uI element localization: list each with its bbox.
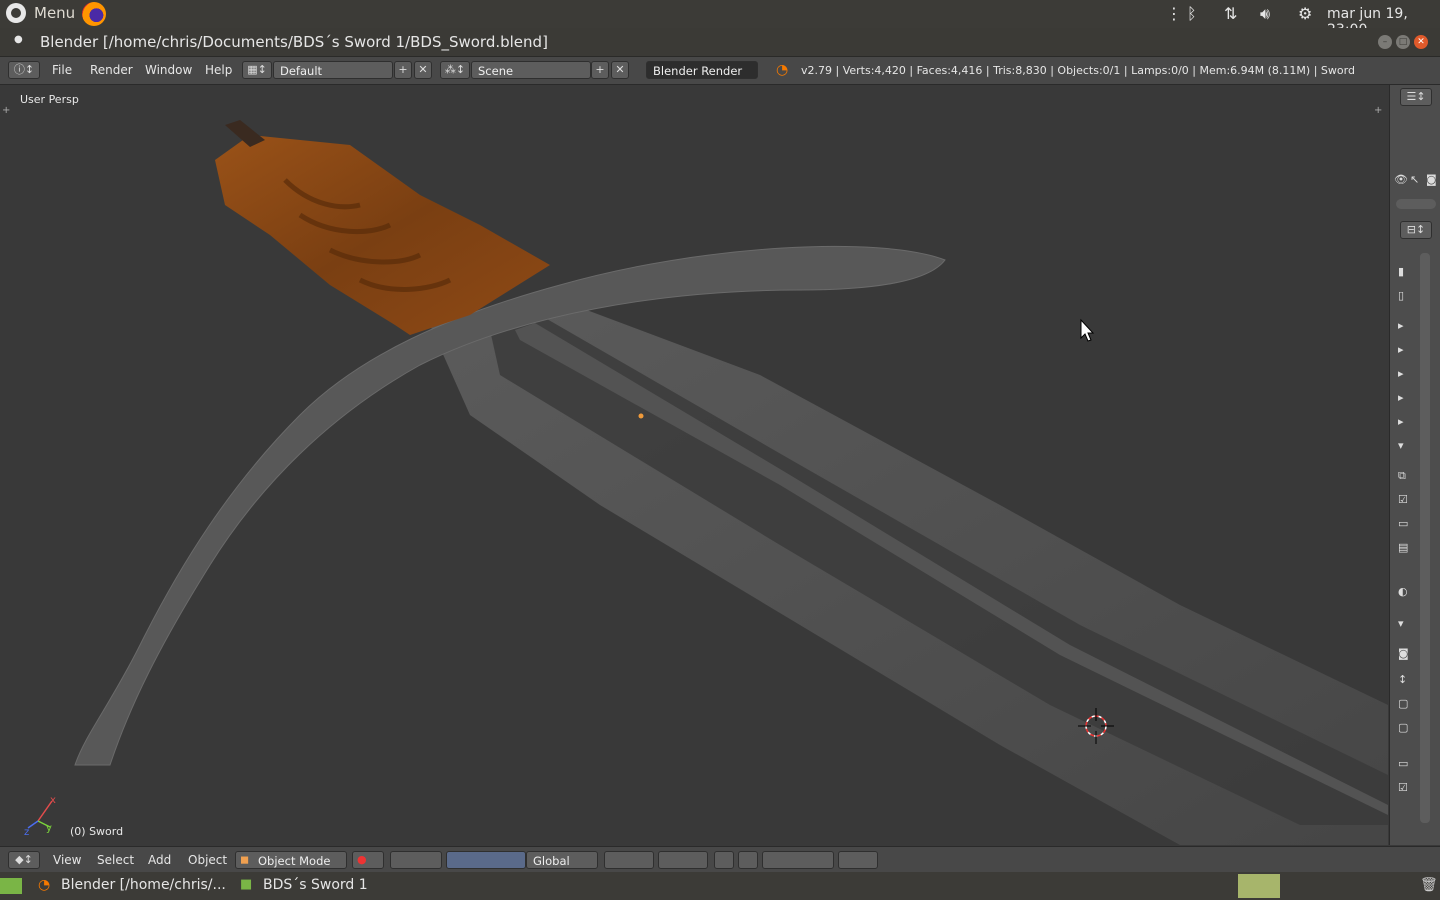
render-engine-dropdown[interactable]: Blender Render: [646, 61, 758, 79]
properties-region-toggle-icon[interactable]: +: [1374, 105, 1382, 116]
proportional-edit-icon[interactable]: [738, 851, 758, 869]
folder-icon: ■: [240, 877, 253, 892]
axis-y-label: y: [46, 823, 52, 834]
axis-z-label: z: [24, 827, 29, 838]
checkbox-icon[interactable]: ☑: [1398, 781, 1418, 795]
editor-type-button[interactable]: ◆↕: [8, 851, 40, 869]
properties-editor-type-button[interactable]: ⊟↕: [1400, 221, 1432, 239]
outliner-editor-type-button[interactable]: ☰↕: [1400, 88, 1432, 106]
toggle-icon[interactable]: ▭: [1398, 757, 1418, 771]
layer-buttons-left[interactable]: [604, 851, 654, 869]
screen-layout-icon[interactable]: ▦↕: [242, 61, 272, 79]
window-title-bar: ● Blender [/home/chris/Documents/BDS´s S…: [0, 28, 1440, 57]
volume-icon[interactable]: 🔊︎: [1260, 4, 1270, 24]
info-header: ⓘ↕ File Render Window Help ▦↕ Default + …: [0, 57, 1440, 85]
editor-type-button[interactable]: ⓘ↕: [8, 61, 40, 79]
bluetooth-icon[interactable]: ᛒ: [1187, 4, 1197, 23]
render-camera-icon[interactable]: ◙: [1426, 173, 1440, 187]
camera-icon[interactable]: ◙: [1398, 647, 1418, 661]
shading-icon: ●: [357, 853, 367, 866]
3d-view-header: ◆↕ View Select Add Object Object Mode ◼ …: [0, 846, 1440, 873]
view-perspective-label: User Persp: [20, 93, 79, 106]
mouse-pointer-icon: [1080, 318, 1095, 342]
menu-add[interactable]: Add: [148, 853, 171, 867]
checkbox-icon[interactable]: ☑: [1398, 493, 1418, 507]
panel-expand-icon[interactable]: ▾: [1398, 439, 1418, 453]
transform-manipulator-buttons[interactable]: [446, 851, 526, 869]
menu-help[interactable]: Help: [205, 63, 232, 77]
panel-collapse-icon[interactable]: ▸: [1398, 367, 1418, 381]
system-top-panel: Menu ⋮ ᛒ ⇅ 🔊︎ ⚙ mar jun 19, 23:00: [0, 0, 1440, 38]
workspace-switcher[interactable]: [1238, 874, 1280, 898]
network-icon[interactable]: ⇅: [1224, 4, 1237, 23]
panel-collapse-icon[interactable]: ▸: [1398, 319, 1418, 333]
panel-icon[interactable]: ▯: [1398, 289, 1418, 303]
panel-collapse-icon[interactable]: ▸: [1398, 391, 1418, 405]
sphere-icon[interactable]: ◐: [1398, 585, 1418, 599]
properties-scrollbar[interactable]: [1420, 253, 1430, 823]
taskbar: ◔ Blender [/home/chris/... ■ BDS´s Sword…: [0, 872, 1440, 900]
render-buttons[interactable]: [838, 851, 878, 869]
box-icon[interactable]: ▢: [1398, 721, 1418, 735]
menu-window[interactable]: Window: [145, 63, 192, 77]
taskbar-item-blender[interactable]: Blender [/home/chris/...: [61, 877, 226, 893]
gear-icon[interactable]: ⚙: [1298, 4, 1312, 23]
pivot-and-manipulator-buttons[interactable]: [390, 851, 442, 869]
snapping-buttons[interactable]: [762, 851, 834, 869]
object-origin-dot: [638, 413, 644, 419]
scene-stats: v2.79 | Verts:4,420 | Faces:4,416 | Tris…: [801, 64, 1355, 77]
more-icon[interactable]: ⋮: [1166, 4, 1182, 23]
copy-icon[interactable]: ⧉: [1398, 469, 1418, 483]
scene-icon[interactable]: ⁂↕: [440, 61, 470, 79]
window-title: Blender [/home/chris/Documents/BDS´s Swo…: [40, 33, 548, 51]
panel-collapse-icon[interactable]: ▸: [1398, 415, 1418, 429]
menu-view[interactable]: View: [53, 853, 81, 867]
film-icon[interactable]: ▤: [1398, 541, 1418, 555]
panel-icon[interactable]: ▮: [1398, 265, 1418, 279]
remove-scene-button[interactable]: ✕: [611, 61, 629, 79]
panel-collapse-icon[interactable]: ▸: [1398, 343, 1418, 357]
blender-logo-icon: ◔: [38, 877, 51, 893]
updown-icon[interactable]: ↕: [1398, 673, 1418, 687]
menu-render[interactable]: Render: [90, 63, 133, 77]
mode-dropdown[interactable]: Object Mode: [235, 851, 347, 869]
show-desktop-icon[interactable]: [0, 878, 22, 894]
window-menu-dot-icon[interactable]: ●: [14, 34, 23, 45]
system-menu-button[interactable]: Menu: [6, 3, 75, 23]
menu-select[interactable]: Select: [97, 853, 134, 867]
add-scene-button[interactable]: +: [591, 61, 609, 79]
remove-layout-button[interactable]: ✕: [414, 61, 432, 79]
taskbar-item-folder[interactable]: BDS´s Sword 1: [263, 877, 368, 893]
layer-buttons-right[interactable]: [658, 851, 708, 869]
minimize-button[interactable]: –: [1378, 35, 1392, 49]
panel-expand-icon[interactable]: ▾: [1398, 617, 1418, 631]
toggle-icon[interactable]: ▭: [1398, 517, 1418, 531]
maximize-button[interactable]: □: [1396, 35, 1410, 49]
system-menu-label: Menu: [34, 4, 76, 22]
active-object-label: (0) Sword: [70, 825, 124, 838]
lock-layer-icon[interactable]: [714, 851, 734, 869]
axis-x-label: x: [50, 795, 56, 806]
add-layout-button[interactable]: +: [394, 61, 412, 79]
screen-layout-dropdown[interactable]: Default: [273, 61, 393, 79]
menu-file[interactable]: File: [52, 63, 72, 77]
menu-object[interactable]: Object: [188, 853, 227, 867]
blender-logo-icon: ◔: [776, 62, 789, 78]
properties-editor-strip[interactable]: ☰↕ 👁︎ ↖ ◙ ⊟↕ ▮ ▯ ▸ ▸ ▸ ▸ ▸ ▾ ⧉ ☑ ▭ ▤ ◐ ▾…: [1389, 85, 1440, 864]
ubuntu-logo-icon: [6, 3, 26, 23]
box-icon[interactable]: ▢: [1398, 697, 1418, 711]
sword-model[interactable]: z y x: [0, 85, 1388, 845]
toolshelf-toggle-icon[interactable]: +: [2, 105, 10, 116]
scene-dropdown[interactable]: Scene: [471, 61, 591, 79]
firefox-icon[interactable]: [82, 2, 106, 26]
close-button[interactable]: ✕: [1414, 35, 1428, 49]
outliner-scrollbar[interactable]: [1396, 199, 1436, 209]
3d-viewport[interactable]: z y x User Persp (0) Sword + +: [0, 85, 1388, 845]
trash-icon[interactable]: 🗑︎: [1420, 877, 1438, 893]
transform-orientation-dropdown[interactable]: Global: [526, 851, 598, 869]
cube-icon: ◼: [240, 853, 250, 866]
